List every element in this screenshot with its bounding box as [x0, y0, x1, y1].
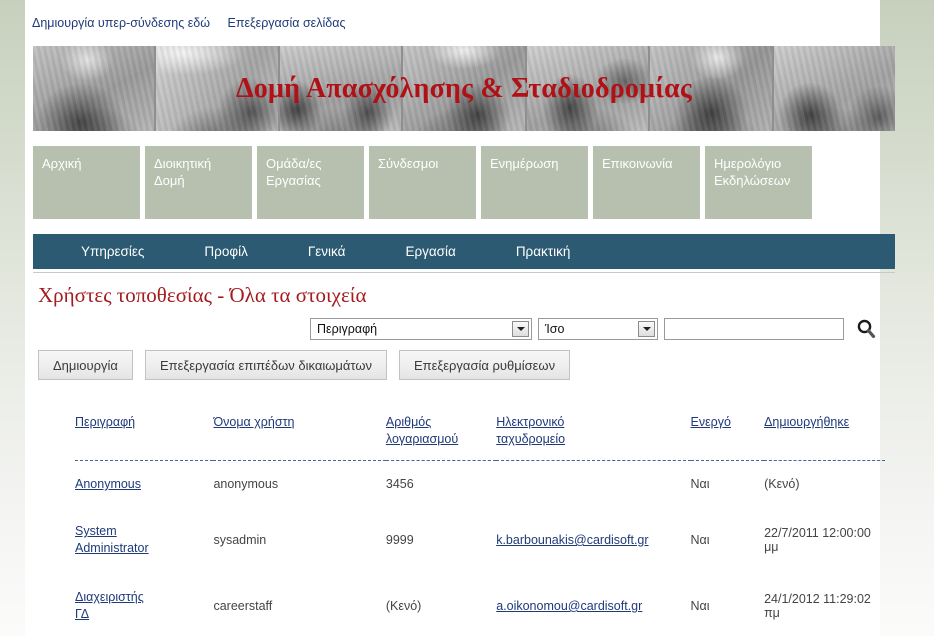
cell-email: k.barbounakis@cardisoft.gr — [496, 507, 690, 573]
cell-active: Ναι — [690, 599, 710, 613]
chevron-down-icon[interactable] — [512, 321, 529, 337]
cell-username: anonymous — [213, 477, 279, 491]
user-description-link[interactable]: Διαχειριστής — [75, 590, 144, 604]
subnav-item-genika[interactable]: Γενικά — [290, 244, 364, 259]
sort-link-active[interactable]: Ενεργό — [691, 415, 731, 429]
sort-link-username[interactable]: Όνομα χρήστη — [213, 415, 294, 429]
filter-operator-value: Ίσο — [545, 322, 565, 336]
cell-account-number: 9999 — [385, 533, 414, 547]
users-table: Περιγραφή Όνομα χρήστη Αριθμός λογαριασμ… — [75, 414, 885, 639]
cell-created: 22/7/2011 12:00:00 μμ — [764, 526, 871, 554]
cell-description: Διαχειριστής ΓΔ — [75, 573, 213, 639]
nav-tile-label: Ημερολόγιο — [714, 156, 782, 171]
user-description-link[interactable]: Anonymous — [75, 477, 141, 491]
user-description-link-2[interactable]: Administrator — [75, 541, 149, 555]
user-email-link[interactable]: k.barbounakis@cardisoft.gr — [496, 533, 648, 547]
sort-link-created[interactable]: Δημιουργήθηκε — [764, 415, 849, 429]
subnav-item-profil[interactable]: Προφίλ — [186, 244, 265, 259]
page-title: Χρήστες τοποθεσίας - Όλα τα στοιχεία — [38, 283, 367, 307]
nav-tile-label: Αρχική — [42, 156, 82, 171]
column-header-username: Όνομα χρήστη — [213, 414, 385, 461]
filter-field-select[interactable]: Περιγραφή — [310, 318, 532, 340]
cell-username: careerstaff — [213, 599, 273, 613]
user-description-link-2[interactable]: ΓΔ — [75, 607, 89, 621]
cell-username: sysadmin — [213, 533, 267, 547]
column-header-description: Περιγραφή — [75, 414, 213, 461]
page-content-area: Δημιουργία υπερ-σύνδεσης εδώ Επεξεργασία… — [25, 0, 895, 636]
main-navigation: Αρχική Διοικητική Δομή Ομάδα/ες Εργασίας… — [33, 146, 812, 219]
site-title: Δομή Απασχόλησης & Σταδιοδρομίας — [236, 72, 692, 104]
search-input[interactable] — [664, 318, 844, 340]
cell-active: Ναι — [690, 477, 710, 491]
filter-field-value: Περιγραφή — [317, 322, 378, 336]
nav-tile-arxiki[interactable]: Αρχική — [33, 146, 140, 219]
site-banner: Δομή Απασχόλησης & Σταδιοδρομίας — [33, 46, 895, 131]
nav-tile-label: Επικοινωνία — [602, 156, 673, 171]
subnav-item-ypiresies[interactable]: Υπηρεσίες — [63, 244, 162, 259]
sort-link-email-1[interactable]: Ηλεκτρονικό — [496, 415, 564, 429]
chevron-down-icon[interactable] — [638, 321, 655, 337]
edit-permission-levels-button[interactable]: Επεξεργασία επιπέδων δικαιωμάτων — [144, 350, 387, 380]
nav-tile-label: Σύνδεσμοι — [378, 156, 439, 171]
action-button-bar: Δημιουργία Επεξεργασία επιπέδων δικαιωμά… — [38, 350, 571, 380]
filter-operator-select[interactable]: Ίσο — [538, 318, 658, 340]
cell-active: Ναι — [690, 533, 710, 547]
sort-link-email-2[interactable]: ταχυδρομείο — [496, 432, 565, 446]
search-icon[interactable] — [856, 318, 876, 340]
table-header-row: Περιγραφή Όνομα χρήστη Αριθμός λογαριασμ… — [75, 414, 885, 461]
topbar: Δημιουργία υπερ-σύνδεσης εδώ Επεξεργασία… — [32, 16, 360, 30]
nav-tile-label: Ομάδα/ες — [266, 156, 322, 171]
create-button[interactable]: Δημιουργία — [38, 350, 133, 380]
column-header-account-number: Αριθμός λογαριασμού — [386, 414, 496, 461]
subnav-item-praktiki[interactable]: Πρακτική — [498, 244, 589, 259]
nav-tile-label-2: Εκδηλώσεων — [714, 173, 791, 188]
nav-tile-label-2: Εργασίας — [266, 173, 321, 188]
content-divider — [33, 272, 895, 273]
nav-tile-imerologio-ekdiloseon[interactable]: Ημερολόγιο Εκδηλώσεων — [705, 146, 812, 219]
cell-created: 24/1/2012 11:29:02 πμ — [764, 592, 871, 620]
subnav-item-ergasia[interactable]: Εργασία — [387, 244, 473, 259]
cell-created: (Κενό) — [764, 477, 800, 491]
cell-description: System Administrator — [75, 507, 213, 573]
sort-link-account-number-2[interactable]: λογαριασμού — [386, 432, 458, 446]
cell-description: Anonymous — [75, 461, 213, 508]
nav-tile-label-2: Δομή — [154, 173, 185, 188]
table-row: Anonymous anonymous 3456 Ναι (Κενό) — [75, 461, 885, 508]
user-email-link[interactable]: a.oikonomou@cardisoft.gr — [496, 599, 642, 613]
sub-navigation: Υπηρεσίες Προφίλ Γενικά Εργασία Πρακτική — [33, 234, 895, 269]
create-hyperlink-link[interactable]: Δημιουργία υπερ-σύνδεσης εδώ — [32, 16, 210, 30]
nav-tile-enimerosi[interactable]: Ενημέρωση — [481, 146, 588, 219]
cell-email: a.oikonomou@cardisoft.gr — [496, 573, 690, 639]
nav-tile-omades-ergasias[interactable]: Ομάδα/ες Εργασίας — [257, 146, 364, 219]
nav-tile-label: Διοικητική — [154, 156, 212, 171]
edit-settings-button[interactable]: Επεξεργασία ρυθμίσεων — [398, 350, 571, 380]
nav-tile-syndesmoi[interactable]: Σύνδεσμοι — [369, 146, 476, 219]
nav-tile-label: Ενημέρωση — [490, 156, 559, 171]
user-description-link[interactable]: System — [75, 524, 117, 538]
nav-tile-epikoinonia[interactable]: Επικοινωνία — [593, 146, 700, 219]
cell-account-number: (Κενό) — [385, 599, 422, 613]
table-row: System Administrator sysadmin 9999 k.bar… — [75, 507, 885, 573]
column-header-email: Ηλεκτρονικό ταχυδρομείο — [496, 414, 690, 461]
left-gradient-strip — [0, 0, 25, 636]
column-header-active: Ενεργό — [691, 414, 765, 461]
column-header-created: Δημιουργήθηκε — [764, 414, 885, 461]
cell-email — [496, 461, 690, 508]
cell-account-number: 3456 — [385, 477, 414, 491]
filter-bar: Περιγραφή Ίσο — [310, 318, 876, 340]
edit-page-link[interactable]: Επεξεργασία σελίδας — [227, 16, 345, 30]
sort-link-description[interactable]: Περιγραφή — [75, 415, 135, 429]
nav-tile-dioikitiki-domi[interactable]: Διοικητική Δομή — [145, 146, 252, 219]
sort-link-account-number-1[interactable]: Αριθμός — [386, 415, 431, 429]
table-row: Διαχειριστής ΓΔ careerstaff (Κενό) a.oik… — [75, 573, 885, 639]
